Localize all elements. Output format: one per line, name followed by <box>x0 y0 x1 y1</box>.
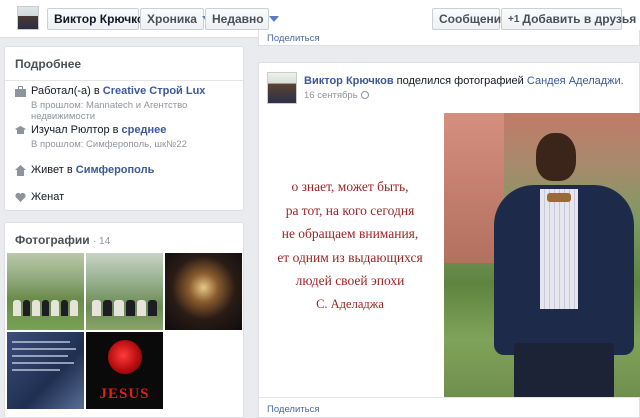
quote-line: людей своей эпохи <box>295 273 405 288</box>
jesus-text: JESUS <box>99 386 150 402</box>
photos-panel: Фотографии · 14 JESUS <box>4 222 244 418</box>
quote-line: ра тот, на кого сегодня <box>285 202 415 218</box>
photo-thumb-group-garden[interactable] <box>86 253 163 330</box>
photo-thumb-jesus-rose[interactable]: JESUS <box>86 332 163 409</box>
about-lives: Живет в Симферополь <box>15 164 240 176</box>
chronicle-dropdown[interactable]: Хроника <box>140 8 212 30</box>
work-place-link[interactable]: Creative Строй Lux <box>103 85 206 97</box>
post-author-link[interactable]: Виктор Крючков <box>304 75 394 87</box>
edu-past: В прошлом: Симферополь, шк№22 <box>31 139 187 150</box>
photos-title-label: Фотографии <box>15 233 90 247</box>
about-relationship: Женат <box>15 191 240 203</box>
chevron-down-icon <box>268 16 279 22</box>
rose-graphic <box>108 340 142 374</box>
recent-label: Недавно <box>212 12 264 26</box>
photo-thumb-nativity[interactable] <box>165 253 242 330</box>
timeline-post: Виктор Крючков поделился фотографией Сан… <box>258 62 640 418</box>
lives-prefix: Живет в <box>31 164 73 176</box>
post-photo[interactable]: о знает, может быть, ра тот, на кого сег… <box>259 113 640 397</box>
post-author-avatar[interactable] <box>267 72 297 104</box>
profile-name-label: Виктор Крючков <box>54 12 152 26</box>
profile-name-button[interactable]: Виктор Крючков <box>47 8 152 30</box>
share-link[interactable]: Поделиться <box>267 404 319 415</box>
man-portrait-image <box>444 113 640 397</box>
previous-post-footer: Поделиться <box>258 30 640 46</box>
message-label: Сообщение <box>439 12 508 26</box>
quote-text: о знает, может быть, ра тот, на кого сег… <box>259 175 441 316</box>
quote-line: о знает, может быть, <box>291 179 409 194</box>
post-source-link[interactable]: Сандея Аделаджи. <box>527 75 624 87</box>
about-education: Изучал Рюлтор в среднее В прошлом: Симфе… <box>15 124 240 150</box>
share-link[interactable]: Поделиться <box>267 33 319 44</box>
work-past: В прошлом: Mannatech и Агентство недвижи… <box>31 100 188 122</box>
relationship-text: Женат <box>31 191 65 203</box>
add-friend-icon: +1 <box>508 13 520 25</box>
add-friend-label: Добавить в друзья <box>522 12 637 26</box>
globe-icon <box>360 91 369 99</box>
lives-place-link[interactable]: Симферополь <box>76 164 155 176</box>
photos-title[interactable]: Фотографии · 14 <box>5 223 243 254</box>
about-title: Подробнее <box>5 47 243 81</box>
post-action: поделился фотографией <box>396 75 524 87</box>
quote-line: ет одним из выдающихся <box>277 249 423 265</box>
photo-thumb-scripture[interactable] <box>7 332 84 409</box>
post-date-link[interactable]: 16 сентябрь <box>304 90 358 101</box>
edu-place-link[interactable]: среднее <box>122 124 167 136</box>
chronicle-label: Хроника <box>147 12 197 26</box>
post-header: Виктор Крючков поделился фотографией Сан… <box>304 75 624 87</box>
heart-icon <box>15 192 26 202</box>
scripture-text-graphic <box>12 341 76 371</box>
post-footer: Поделиться <box>259 397 640 418</box>
about-work: Работал(-а) в Creative Строй Lux В прошл… <box>15 85 240 122</box>
add-friend-button[interactable]: +1 Добавить в друзья <box>501 8 636 30</box>
work-prefix: Работал(-а) в <box>31 85 100 97</box>
school-icon <box>15 126 26 134</box>
recent-dropdown[interactable]: Недавно <box>205 8 279 30</box>
post-date: 16 сентябрь <box>304 90 369 101</box>
quote-author: С. Аделаджа <box>316 296 384 311</box>
photo-thumb-group-park[interactable] <box>7 253 84 330</box>
profile-avatar[interactable] <box>17 6 39 30</box>
photos-count: · 14 <box>92 236 111 247</box>
edu-prefix: Изучал Рюлтор в <box>31 124 119 136</box>
home-icon <box>15 165 26 176</box>
quote-line: не обращаем внимания, <box>281 226 419 241</box>
about-panel: Подробнее Работал(-а) в Creative Строй L… <box>4 46 244 211</box>
message-button[interactable]: Сообщение <box>432 8 508 30</box>
briefcase-icon <box>15 86 26 97</box>
